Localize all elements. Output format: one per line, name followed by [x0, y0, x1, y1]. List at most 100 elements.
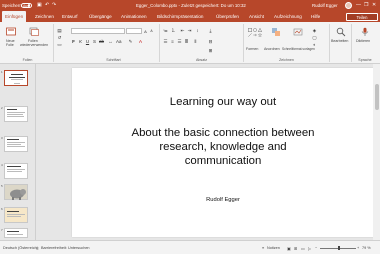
justify-icon[interactable]: ≣ [184, 39, 189, 44]
save-icon[interactable]: ▣ [37, 2, 42, 8]
tab-einfuegen[interactable]: Einfügen [2, 11, 27, 22]
redo-icon[interactable]: ↷ [52, 2, 56, 8]
user-name[interactable]: Rudolf Egger [312, 3, 338, 8]
smartart-icon[interactable]: ⊞ [208, 48, 213, 53]
strikethrough-icon[interactable]: ab [99, 39, 104, 44]
slide-author[interactable]: Rudolf Egger [72, 197, 374, 203]
tab-entwurf[interactable]: Entwurf [62, 14, 78, 19]
vertical-scrollbar[interactable] [373, 64, 380, 240]
zoom-in-icon[interactable]: + [357, 246, 359, 250]
slide-canvas[interactable]: Learning our way out About the basic con… [72, 68, 374, 237]
diktieren-label[interactable]: Diktieren [356, 39, 370, 43]
tab-ansicht[interactable]: Ansicht [249, 14, 264, 19]
tab-zeichnen[interactable]: Zeichnen [35, 14, 54, 19]
tab-uebergaenge[interactable]: Übergänge [89, 14, 112, 19]
shape-outline-icon[interactable]: ▢ [312, 35, 317, 40]
share-button[interactable]: Teilen [346, 12, 378, 21]
quick-styles-label[interactable]: Schnellformat-vorlagen [282, 47, 315, 51]
zoom-level[interactable]: 79 % [362, 246, 371, 250]
search-icon[interactable] [336, 27, 346, 37]
font-size-box[interactable] [126, 28, 142, 34]
decrease-indent-icon[interactable]: ⇤ [180, 28, 185, 33]
shape-fill-icon[interactable]: ◈ [312, 28, 317, 33]
arrow-shape-icon[interactable] [253, 33, 257, 37]
slide-thumbnail[interactable] [4, 106, 28, 122]
microphone-icon[interactable] [360, 27, 370, 37]
highlight-icon[interactable]: ✎ [128, 39, 133, 44]
accessibility-status[interactable]: Barrierefreiheit: Untersuchen [41, 246, 90, 250]
avatar[interactable] [345, 1, 352, 9]
slide-thumbnail[interactable] [4, 184, 28, 200]
columns-icon[interactable]: ⫴ [193, 39, 198, 44]
italic-icon[interactable]: K [78, 39, 83, 44]
reuse-slides-icon[interactable] [29, 27, 39, 37]
tab-ueberpruefen[interactable]: Überprüfen [216, 14, 239, 19]
text-direction-icon[interactable]: ⤓ [208, 28, 213, 33]
section-icon[interactable]: ▭ [57, 42, 62, 47]
formen-label[interactable]: Formen [246, 47, 258, 51]
tab-hilfe[interactable]: Hilfe [311, 14, 320, 19]
slide-number: 6 [1, 207, 3, 211]
bold-icon[interactable]: F [71, 39, 76, 44]
subtitle-line: About the basic connection between [131, 127, 315, 139]
change-case-icon[interactable]: Aa [116, 39, 122, 44]
notes-button[interactable]: Notizen [267, 246, 280, 250]
notes-icon[interactable]: ≡ [262, 246, 264, 250]
char-spacing-icon[interactable]: ↔ [108, 39, 113, 44]
restore-icon[interactable]: ❐ [364, 2, 368, 8]
slide-subtitle[interactable]: About the basic connection between resea… [72, 126, 374, 169]
star-shape-icon[interactable] [258, 33, 262, 37]
new-slide-label-2: Folie [6, 43, 14, 47]
slide-sorter-icon[interactable]: ⊞ [294, 246, 297, 251]
anordnen-label[interactable]: Anordnen [264, 47, 280, 51]
increase-indent-icon[interactable]: ⇥ [187, 28, 192, 33]
align-center-icon[interactable]: ≡ [170, 39, 175, 44]
reading-view-icon[interactable]: ▭ [301, 246, 305, 251]
oval-shape-icon[interactable] [253, 28, 257, 32]
triangle-shape-icon[interactable] [258, 28, 262, 32]
quick-styles-icon[interactable] [293, 27, 303, 37]
slide-thumbnail-pane[interactable]: 1 2 3 4 5 6 7 [0, 64, 36, 240]
normal-view-icon[interactable]: ▣ [287, 246, 291, 251]
scrollbar-thumb[interactable] [374, 84, 379, 110]
line-spacing-icon[interactable]: ↕ [195, 28, 200, 33]
slide-thumbnail[interactable] [4, 70, 28, 86]
minimize-icon[interactable]: — [356, 2, 361, 8]
rectangle-shape-icon[interactable] [248, 28, 252, 32]
shadow-icon[interactable]: S [92, 39, 97, 44]
font-color-icon[interactable]: A [138, 39, 143, 44]
tab-bildschirmpraesentation[interactable]: Bildschirmpräsentation [157, 14, 203, 19]
arrange-icon[interactable] [271, 27, 281, 37]
tab-animationen[interactable]: Animationen [121, 14, 147, 19]
language-status[interactable]: Deutsch (Österreich) [3, 246, 38, 250]
slide-thumbnail[interactable] [4, 136, 28, 152]
slideshow-icon[interactable]: ▷ [308, 246, 311, 251]
slide-thumbnail[interactable] [4, 228, 28, 238]
undo-icon[interactable]: ↶ [45, 2, 49, 8]
tab-aufzeichnung[interactable]: Aufzeichnung [274, 14, 302, 19]
accessibility-icon[interactable]: ⚐ [36, 246, 39, 251]
shape-effects-icon[interactable]: ◐ [312, 42, 317, 47]
reset-icon[interactable]: ↺ [57, 35, 62, 40]
slide-thumbnail[interactable] [4, 163, 28, 179]
numbering-icon[interactable]: ⒈ [171, 28, 176, 33]
bearbeiten-label[interactable]: Bearbeiten [331, 39, 348, 43]
align-left-icon[interactable]: ☰ [163, 39, 168, 44]
zoom-slider-handle[interactable] [338, 246, 340, 250]
slide-title[interactable]: Learning our way out [72, 96, 374, 108]
autosave-toggle[interactable]: Aus [21, 2, 32, 8]
underline-icon[interactable]: U [85, 39, 90, 44]
shrink-font-icon[interactable]: A [149, 29, 154, 34]
grow-font-icon[interactable]: A [143, 29, 148, 34]
line-shape-icon[interactable] [248, 33, 252, 37]
new-slide-icon[interactable] [6, 27, 16, 37]
layout-icon[interactable]: ▤ [57, 28, 62, 33]
close-icon[interactable]: ✕ [372, 2, 376, 8]
font-name-box[interactable] [71, 28, 125, 34]
align-text-icon[interactable]: ⊟ [208, 39, 213, 44]
zoom-out-icon[interactable]: − [315, 246, 317, 250]
align-right-icon[interactable]: ☰ [177, 39, 182, 44]
bullets-icon[interactable]: ≔ [163, 28, 168, 33]
thumb-line [7, 216, 21, 217]
slide-thumbnail[interactable] [4, 207, 28, 223]
